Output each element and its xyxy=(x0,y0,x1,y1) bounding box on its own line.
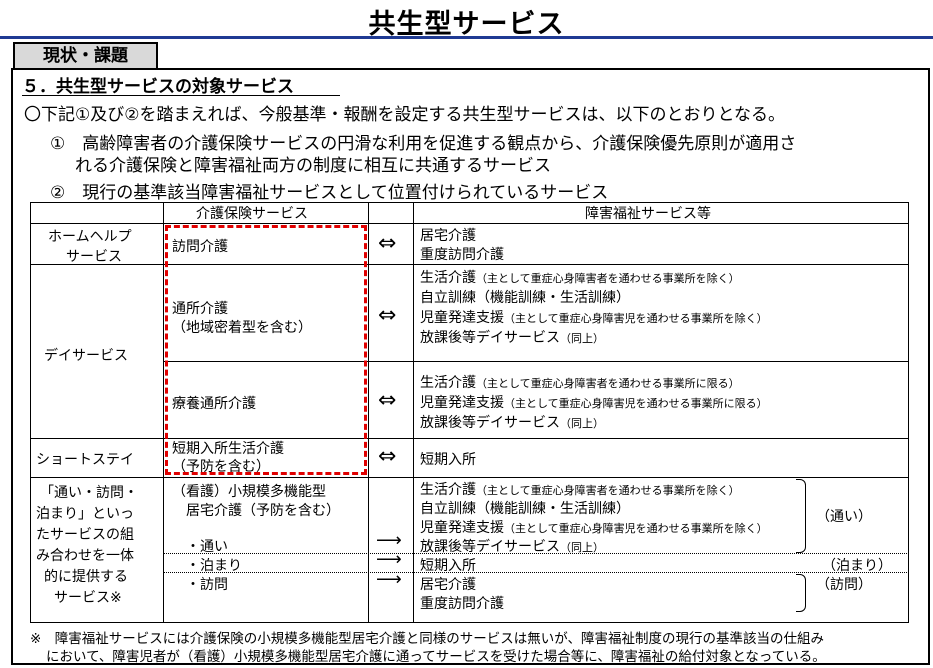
title-rule xyxy=(0,36,933,39)
combo-s1-note: （主として重症心身障害者を通わせる事業所を除く） xyxy=(476,484,740,497)
short-label: ショートステイ xyxy=(36,452,134,468)
header-blank xyxy=(30,202,164,224)
tag-tomari: （泊まり） xyxy=(822,558,892,574)
day-b-s2-note: （主として重症心身障害児を通わせる事業所に限る） xyxy=(504,397,768,410)
day-a-s3-note: （主として重症心身障害児を通わせる事業所を除く） xyxy=(504,312,768,325)
combo-label-l4: み合わせを一体 xyxy=(36,548,134,564)
combo-s1: 生活介護（主として重症心身障害者を通わせる事業所を除く） xyxy=(420,479,740,499)
combo-s3: 児童発達支援（主として重症心身障害児を通わせる事業所を除く） xyxy=(420,517,768,537)
day-a-s1-note: （主として重症心身障害者を通わせる事業所を除く） xyxy=(476,272,740,285)
double-arrow-icon: ⇔ xyxy=(378,303,397,328)
day-a-s3: 児童発達支援（主として重症心身障害児を通わせる事業所を除く） xyxy=(420,307,768,327)
day-a-s4-text: 放課後等デイサービス xyxy=(420,330,560,346)
combo-s7: 重度訪問介護 xyxy=(420,596,504,612)
day-b-s2: 児童発達支援（主として重症心身障害児を通わせる事業所に限る） xyxy=(420,392,768,412)
day-a-s3-text: 児童発達支援 xyxy=(420,310,504,326)
day-b-s1-text: 生活介護 xyxy=(420,375,476,391)
combo-s3-text: 児童発達支援 xyxy=(420,520,504,536)
combo-label-l6: サービス※ xyxy=(54,590,122,606)
day-b-s1-note: （主として重症心身障害者を通わせる事業所に限る） xyxy=(476,377,740,390)
day-b-s3-text: 放課後等デイサービス xyxy=(420,415,560,431)
combo-s6: 居宅介護 xyxy=(420,577,476,593)
header-arrow-blank xyxy=(368,202,414,224)
highlight-box xyxy=(165,225,367,475)
day-a-s4: 放課後等デイサービス（同上） xyxy=(420,327,604,347)
tag-houmon: （訪問） xyxy=(816,577,872,593)
homehelp-shogai-l1: 居宅介護 xyxy=(420,228,476,244)
tag-kayoi: （通い） xyxy=(816,509,872,525)
day-b-s3-note: （同上） xyxy=(560,417,604,430)
footnote-line1: ※ 障害福祉サービスには介護保険の小規模多機能型居宅介護と同様のサービスは無いが… xyxy=(30,631,825,647)
day-b-s3: 放課後等デイサービス（同上） xyxy=(420,412,604,432)
day-a-s2: 自立訓練（機能訓練・生活訓練） xyxy=(420,290,630,306)
combo-s1-text: 生活介護 xyxy=(420,482,476,498)
day-a-s1-text: 生活介護 xyxy=(420,270,476,286)
header-kaigo: 介護保険サービス xyxy=(196,206,308,222)
short-shogai: 短期入所 xyxy=(420,452,476,468)
day-b-s2-text: 児童発達支援 xyxy=(420,395,504,411)
section-heading: ５．共生型サービスの対象サービス xyxy=(22,77,294,97)
point2-text: ② 現行の基準該当障害福祉サービスとして位置付けられているサービス xyxy=(50,183,609,203)
brace-houmon xyxy=(796,574,806,612)
combo-s2: 自立訓練（機能訓練・生活訓練） xyxy=(420,501,630,517)
combo-s3-note: （主として重症心身障害児を通わせる事業所を除く） xyxy=(504,522,768,535)
double-arrow-icon: ⇔ xyxy=(378,388,397,413)
section-underline xyxy=(22,95,340,96)
combo-label-l3: たサービスの組 xyxy=(36,527,134,543)
day-a-s1: 生活介護（主として重症心身障害者を通わせる事業所を除く） xyxy=(420,267,740,287)
intro-text: 〇下記①及び②を踏まえれば、今般基準・報酬を設定する共生型サービスは、以下のとお… xyxy=(24,105,785,125)
dotted-divider xyxy=(164,572,907,573)
day-a-s4-note: （同上） xyxy=(560,332,604,345)
combo-kaigo-l2: 居宅介護（予防を含む） xyxy=(186,503,340,519)
header-shogai: 障害福祉サービス等 xyxy=(585,206,711,222)
homehelp-label-l1: ホームヘルプ xyxy=(48,229,132,245)
brace-kayoi xyxy=(796,479,806,553)
right-arrow-icon: ⟶ xyxy=(376,530,402,551)
homehelp-label-l2: サービス xyxy=(66,249,122,265)
point1-line2: れる介護保険と障害福祉両方の制度に相互に共通するサービス xyxy=(75,156,551,176)
combo-houmon: ・訪問 xyxy=(186,577,228,593)
footnote-line2: において、障害児者が（看護）小規模多機能型居宅介護に通ってサービスを受けた場合等… xyxy=(46,649,826,665)
combo-label-l5: 的に提供する xyxy=(44,569,128,585)
short-shogai-cell xyxy=(413,438,909,478)
dotted-divider xyxy=(164,553,907,554)
day-label: デイサービス xyxy=(44,348,128,364)
day-b-s1: 生活介護（主として重症心身障害者を通わせる事業所に限る） xyxy=(420,372,740,392)
combo-label-l2: 泊まり」といっ xyxy=(36,506,134,522)
status-badge: 現状・課題 xyxy=(13,42,158,70)
homehelp-shogai-l2: 重度訪問介護 xyxy=(420,247,504,263)
combo-label-l1: 「通い・訪問・ xyxy=(40,485,138,501)
combo-kaigo-l1: （看護）小規模多機能型 xyxy=(172,484,326,500)
double-arrow-icon: ⇔ xyxy=(378,444,397,469)
double-arrow-icon: ⇔ xyxy=(378,231,397,256)
